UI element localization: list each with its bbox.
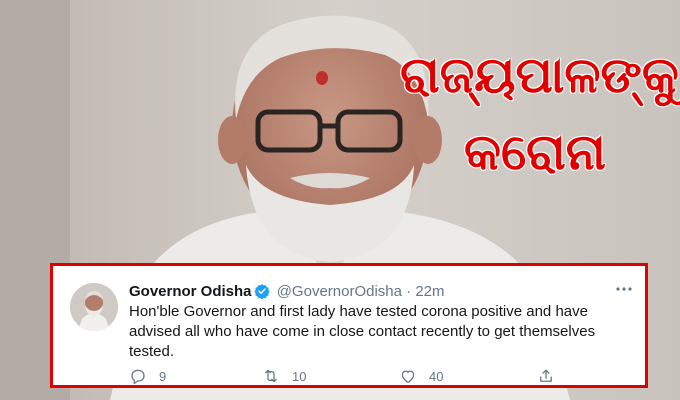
retweet-button[interactable]: 10: [262, 367, 306, 385]
display-name[interactable]: Governor Odisha: [129, 283, 252, 300]
headline-line-1: ରାଜ୍ୟପାଳଙ୍କୁ: [400, 46, 679, 104]
reply-button[interactable]: 9: [129, 367, 166, 385]
retweet-icon: [265, 369, 277, 383]
reply-count: 9: [159, 368, 167, 384]
tweet-header: Governor Odisha @GovernorOdisha · 22m: [129, 282, 625, 302]
tweet-card[interactable]: Governor Odisha @GovernorOdisha · 22m Ho…: [50, 263, 648, 388]
headline-line-2: କରୋନା: [464, 123, 606, 181]
avatar-image: [70, 283, 118, 331]
avatar[interactable]: [70, 283, 118, 331]
like-button[interactable]: 40: [399, 367, 443, 385]
like-count: 40: [429, 368, 444, 384]
tweet-timestamp[interactable]: 22m: [415, 283, 444, 300]
user-handle[interactable]: @GovernorOdisha: [277, 283, 402, 300]
share-icon: [540, 369, 552, 382]
headline: ରାଜ୍ୟପାଳଙ୍କୁ କରୋନା: [400, 38, 679, 192]
retweet-count: 10: [292, 368, 307, 384]
tweet-text: Hon'ble Governor and first lady have tes…: [129, 303, 596, 360]
verified-badge-icon: [253, 283, 270, 300]
tweet-actions: 9 10 40: [129, 367, 609, 385]
like-icon: [401, 370, 415, 384]
reply-icon: [131, 369, 145, 384]
more-options-icon[interactable]: [613, 278, 635, 300]
share-button[interactable]: [537, 367, 555, 385]
separator-dot: ·: [406, 283, 412, 300]
